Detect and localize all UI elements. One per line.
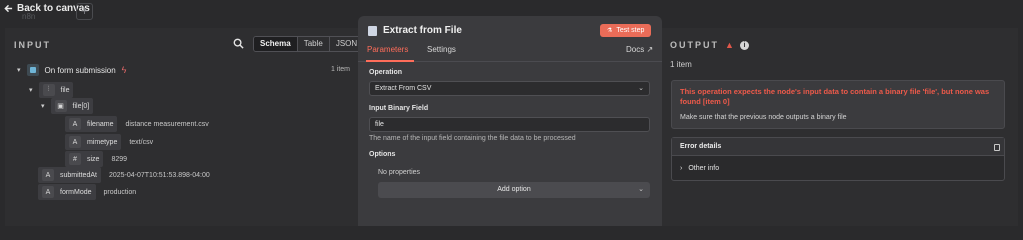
chevron-down-icon[interactable]: ▾	[41, 102, 45, 110]
field-value: 2025-04-07T10:51:53.898-04:00	[108, 171, 210, 179]
trigger-name: On form submission	[44, 65, 116, 75]
binary-field-value: file	[375, 121, 384, 128]
schema-key-pill: A filename	[65, 116, 118, 132]
binary-field-hint: The name of the input field containing t…	[369, 135, 576, 142]
no-properties-text: No properties	[378, 169, 421, 176]
other-info-toggle[interactable]: › Other info	[680, 165, 719, 172]
arrow-left-icon	[4, 4, 13, 13]
options-label: Options	[369, 151, 396, 158]
test-step-button[interactable]: ⚗ Test step	[600, 24, 652, 37]
operation-label: Operation	[369, 69, 403, 76]
field-value: production	[103, 188, 137, 196]
schema-row-mimetype[interactable]: A mimetype text/csv	[65, 134, 153, 150]
operation-select[interactable]: Extract From CSV ⌄	[369, 81, 650, 96]
schema-key-pill: A mimetype	[65, 134, 122, 150]
error-description: Make sure that the previous node outputs…	[680, 114, 847, 121]
binary-field-input[interactable]: file	[369, 117, 650, 132]
chevron-down-icon[interactable]: ▾	[17, 66, 21, 74]
node-parameters-panel: Extract from File ⚗ Test step Parameters…	[358, 16, 662, 226]
chevron-down-icon[interactable]: ▾	[29, 86, 33, 94]
field-key: submittedAt	[60, 171, 97, 179]
field-key: mimetype	[87, 138, 118, 146]
node-title: Extract from File	[368, 25, 462, 36]
schema-key-pill: # size	[65, 151, 104, 167]
active-tab-indicator	[366, 60, 414, 62]
string-type-icon: A	[69, 118, 81, 130]
field-value: 8299	[111, 155, 128, 163]
external-link-icon: ↗	[646, 45, 654, 54]
schema-row-file-0[interactable]: ▾ ▣ file[0]	[41, 98, 94, 114]
trigger-node-row[interactable]: ▾ On form submission ϟ	[17, 64, 126, 76]
output-title: OUTPUT	[670, 40, 719, 50]
schema-key-pill: ▣ file[0]	[50, 98, 94, 114]
node-title-text: Extract from File	[383, 25, 462, 36]
node-tabs: Parameters Settings Docs ↗	[358, 43, 662, 62]
docs-label: Docs	[626, 45, 645, 54]
binary-field-label: Input Binary Field	[369, 105, 429, 112]
output-header: OUTPUT ▲ i	[670, 40, 749, 50]
add-node-button[interactable]: +	[76, 3, 93, 20]
field-key: file[0]	[72, 102, 90, 110]
add-option-label: Add option	[497, 186, 531, 193]
view-schema-button[interactable]: Schema	[254, 37, 298, 51]
string-type-icon: A	[42, 186, 54, 198]
copy-icon[interactable]	[994, 144, 1000, 151]
view-table-button[interactable]: Table	[298, 37, 330, 51]
schema-row-submittedat[interactable]: A submittedAt 2025-04-07T10:51:53.898-04…	[38, 167, 210, 183]
error-details-panel: Error details › Other info	[671, 137, 1005, 181]
form-trigger-icon	[26, 64, 39, 76]
schema-row-file[interactable]: ▾ ⫶ file	[29, 82, 74, 98]
field-key: file	[60, 86, 70, 94]
schema-row-size[interactable]: # size 8299	[65, 151, 127, 167]
tab-parameters[interactable]: Parameters	[367, 45, 408, 54]
output-item-count: 1 item	[670, 60, 692, 69]
input-item-count: 1 item	[330, 66, 350, 73]
string-type-icon: A	[42, 169, 54, 181]
schema-row-filename[interactable]: A filename distance measurement.csv	[65, 116, 209, 132]
schema-key-pill: ⫶ file	[38, 82, 74, 98]
input-panel: INPUT Schema Table JSON ▾ On form submis…	[5, 28, 365, 226]
schema-key-pill: A submittedAt	[38, 167, 101, 183]
add-option-button[interactable]: Add option ⌄	[378, 182, 650, 198]
field-key: filename	[87, 120, 114, 128]
error-details-header: Error details	[672, 138, 1004, 156]
background-canvas-text: n8n	[22, 12, 36, 21]
flask-icon: ⚗	[607, 28, 613, 34]
field-key: size	[87, 155, 100, 163]
array-type-icon: ⫶	[42, 84, 55, 96]
file-icon	[368, 25, 377, 36]
search-icon[interactable]	[233, 38, 244, 49]
field-value: text/csv	[129, 138, 154, 146]
other-info-label: Other info	[688, 165, 720, 172]
field-key: formMode	[60, 188, 92, 196]
lightning-bolt-icon: ϟ	[121, 65, 127, 75]
input-title: INPUT	[14, 40, 51, 50]
number-type-icon: #	[69, 153, 81, 165]
error-box: This operation expects the node's input …	[671, 80, 1005, 129]
test-step-label: Test step	[616, 27, 645, 34]
schema-row-formmode[interactable]: A formMode production	[38, 184, 136, 200]
tab-settings[interactable]: Settings	[427, 45, 456, 54]
object-type-icon: ▣	[54, 100, 67, 112]
ndv-screen: Back to canvas n8n + INPUT Schema Table …	[0, 0, 1023, 226]
info-icon[interactable]: i	[739, 40, 749, 50]
output-panel: OUTPUT ▲ i 1 item This operation expects…	[662, 28, 1018, 226]
chevron-down-icon: ⌄	[638, 186, 644, 193]
warning-icon: ▲	[725, 40, 734, 50]
schema-key-pill: A formMode	[38, 184, 96, 200]
error-message: This operation expects the node's input …	[680, 87, 990, 106]
chevron-right-icon: ›	[680, 165, 683, 172]
docs-link[interactable]: Docs ↗	[626, 45, 653, 54]
view-switcher: Schema Table JSON	[253, 36, 365, 52]
field-value: distance measurement.csv	[125, 120, 209, 128]
error-details-title: Error details	[680, 143, 722, 150]
string-type-icon: A	[69, 136, 81, 148]
operation-value: Extract From CSV	[375, 85, 432, 92]
chevron-down-icon: ⌄	[638, 85, 644, 92]
